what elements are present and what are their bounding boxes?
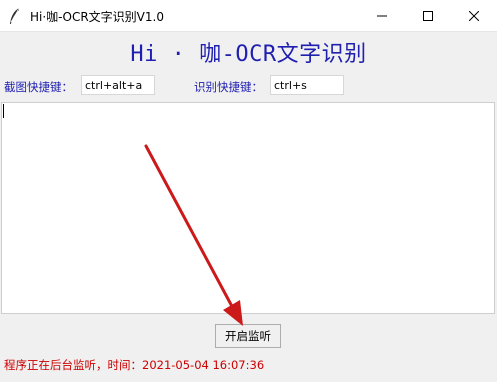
close-icon (469, 10, 479, 21)
text-caret (3, 104, 4, 118)
recognize-hotkey-input[interactable] (270, 75, 344, 95)
feather-icon (8, 7, 22, 25)
window-title: Hi·咖-OCR文字识别V1.0 (30, 10, 164, 24)
start-listening-button[interactable]: 开启监听 (215, 324, 281, 348)
capture-hotkey-input[interactable] (81, 75, 155, 95)
app-heading: Hi · 咖-OCR文字识别 (130, 42, 367, 67)
ocr-result-textarea[interactable] (1, 102, 495, 314)
capture-hotkey-label: 截图快捷键： (4, 80, 73, 94)
recognize-hotkey-label: 识别快捷键： (194, 80, 263, 94)
minimize-button[interactable] (359, 0, 405, 31)
minimize-icon (377, 15, 387, 16)
title-bar: Hi·咖-OCR文字识别V1.0 (0, 0, 497, 32)
status-message: 程序正在后台监听，时间：2021-05-04 16:07:36 (4, 358, 265, 372)
close-button[interactable] (451, 0, 497, 31)
maximize-button[interactable] (405, 0, 451, 31)
maximize-icon (423, 10, 433, 21)
